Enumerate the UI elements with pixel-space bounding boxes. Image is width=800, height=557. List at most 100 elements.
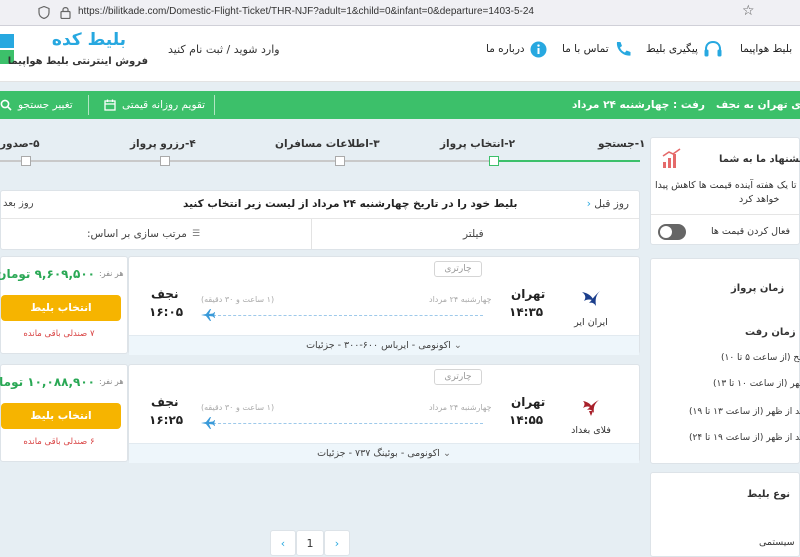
nav-contact-label: تماس با ما	[562, 43, 609, 55]
ticket-price: ۱۰,۰۸۸,۹۰۰ تومان	[0, 375, 95, 389]
chevron-right-icon: ›	[334, 536, 340, 550]
destination-city: نجف	[151, 395, 179, 409]
select-ticket-button[interactable]: انتخاب بلیط	[1, 295, 121, 321]
route-line	[213, 315, 483, 316]
step-dot-4	[160, 156, 170, 166]
sort-icon: ☰	[191, 229, 201, 239]
step-label-1: ۱-جستجو	[598, 138, 646, 150]
step-label-4: ۴-رزرو پرواز	[130, 138, 196, 150]
chevron-left-icon: ‹	[280, 536, 286, 550]
origin-city: تهران	[511, 287, 546, 301]
origin-time: ۱۴:۵۵	[509, 413, 544, 427]
fare-details-link[interactable]: ⌄ اکونومی - بوئینگ ۷۳۷ - جزئیات	[129, 443, 639, 463]
chevron-down-icon: ⌄	[442, 448, 451, 459]
charter-badge: چارتری	[434, 369, 482, 385]
ticket-type-option: سیستمی	[759, 537, 795, 548]
nav-contact[interactable]: تماس با ما	[562, 38, 632, 60]
fare-details-label: اکونومی - بوئینگ ۷۳۷ - جزئیات	[317, 448, 440, 459]
shield-icon	[38, 6, 50, 19]
booking-steps: ۱-جستجو ۲-انتخاب پرواز ۳-اطلاعات مسافران…	[0, 130, 645, 170]
select-ticket-message: بلیط خود را در تاریخ چهارشنبه ۲۴ مرداد ا…	[183, 198, 518, 210]
chevron-down-icon: ⌄	[453, 340, 462, 351]
phone-icon	[616, 42, 631, 56]
airline-name: ایران ایر	[574, 317, 608, 328]
current-page-number: 1	[306, 536, 314, 550]
sort-label: مرتب سازی بر اساس:	[87, 228, 187, 240]
nav-flights-label: بلیط هواپیما	[740, 43, 793, 55]
destination-time: ۱۶:۰۵	[149, 305, 184, 319]
url-text[interactable]: https://bilitkade.com/Domestic-Flight-Ti…	[78, 6, 534, 17]
time-option-2: ظهر (از ساعت ۱۰ تا ۱۳)	[713, 379, 800, 389]
suggestion-text-2: خواهد کرد	[739, 194, 780, 205]
lock-icon	[60, 7, 71, 19]
prev-day-label: روز قبل	[594, 198, 629, 210]
nav-tracking-label: پیگیری بلیط	[646, 43, 698, 55]
step-dot-3	[335, 156, 345, 166]
pagination-prev[interactable]: ‹	[270, 530, 296, 556]
filter-button[interactable]: فیلتر	[463, 219, 484, 249]
toggle-knob	[660, 226, 672, 238]
flight-date: چهارشنبه ۲۴ مرداد	[429, 403, 492, 412]
route-label: هواپیمای تهران به نجف	[716, 99, 800, 111]
airline-name: فلای بغداد	[571, 425, 611, 436]
price-toggle-label: فعال کردن قیمت ها	[711, 226, 791, 237]
ticket-type-title: نوع بلیط	[747, 489, 790, 500]
time-option-4: بعد از ظهر (از ساعت ۱۹ تا ۲۴)	[689, 433, 800, 443]
info-icon	[530, 41, 547, 57]
price-per-person-label: هر نفر:	[99, 377, 124, 386]
change-search-button[interactable]: تغییر جستجو	[0, 91, 73, 119]
logo-brand: بلیط کده	[51, 30, 127, 50]
prev-day-link[interactable]: روز قبل ‹	[587, 198, 629, 210]
browser-address-bar[interactable]: https://bilitkade.com/Domestic-Flight-Ti…	[0, 0, 800, 26]
results-info-card: روز بعد بلیط خود را در تاریخ چهارشنبه ۲۴…	[0, 190, 640, 250]
departure-date-label: رفت : چهارشنبه ۲۴ مرداد	[572, 99, 705, 111]
site-header: بلیط کده فروش اینترنتی بلیط هواپیما وارد…	[0, 26, 800, 82]
filter-label: فیلتر	[463, 228, 484, 240]
flight-card-price: هر نفر: ۱۰,۰۸۸,۹۰۰ تومان انتخاب بلیط ۶ ص…	[0, 364, 128, 462]
iran-air-logo-icon	[582, 291, 600, 306]
bar-divider	[214, 95, 215, 115]
time-filter-box: زمان پرواز زمان رفت صبح (از ساعت ۵ تا ۱۰…	[650, 258, 800, 464]
flight-card-price: هر نفر: ۹,۶۰۹,۵۰۰ تومان انتخاب بلیط ۷ صن…	[0, 256, 128, 354]
change-search-label: تغییر جستجو	[18, 99, 73, 111]
flight-time-title: زمان پرواز	[731, 283, 785, 294]
step-dot-5	[21, 156, 31, 166]
nav-flights[interactable]: بلیط هواپیما	[740, 38, 792, 60]
login-link[interactable]: وارد شوید / ثبت نام کنید	[168, 43, 280, 56]
bookmark-star-icon[interactable]: ☆	[742, 3, 755, 19]
bar-divider	[88, 95, 89, 115]
step-label-2: ۲-انتخاب پرواز	[440, 138, 515, 150]
select-ticket-button[interactable]: انتخاب بلیط	[1, 403, 121, 429]
pagination-page[interactable]: 1	[296, 530, 324, 556]
step-dot-2	[489, 156, 499, 166]
flight-card-main[interactable]: چارتری فلای بغداد تهران ۱۴:۵۵ چهارشنبه ۲…	[128, 364, 640, 463]
sort-button[interactable]: ☰ مرتب سازی بر اساس:	[87, 219, 200, 249]
fare-details-link[interactable]: ⌄ اکونومی - ایرباس ۶۰۰-۳۰۰ - جزئیات	[129, 335, 639, 355]
pagination-next[interactable]: ›	[324, 530, 350, 556]
steps-progress	[494, 160, 640, 162]
next-day-link[interactable]: روز بعد	[3, 198, 34, 209]
step-label-5: ۵-صدور	[0, 138, 40, 150]
price-toggle[interactable]	[658, 224, 686, 240]
suggestion-divider	[651, 214, 799, 215]
destination-time: ۱۶:۲۵	[149, 413, 184, 427]
flight-card: چارتری ایران ایر تهران ۱۴:۳۵ چهارشنبه ۲۴…	[0, 256, 640, 355]
calendar-icon	[104, 99, 116, 111]
flight-duration: (۱ ساعت و ۳۰ دقیقه)	[201, 403, 275, 412]
seats-left: ۶ صندلی باقی مانده	[23, 437, 95, 447]
price-per-person-label: هر نفر:	[99, 269, 124, 278]
chevron-left-icon: ‹	[586, 198, 591, 210]
price-calendar-button[interactable]: تقویم روزانه قیمتی	[104, 91, 205, 119]
nav-about[interactable]: درباره ما	[486, 38, 547, 60]
step-label-3: ۳-اطلاعات مسافران	[275, 138, 380, 150]
filter-divider	[311, 219, 312, 249]
search-icon	[0, 99, 12, 111]
fare-details-label: اکونومی - ایرباس ۶۰۰-۳۰۰ - جزئیات	[306, 340, 451, 351]
trend-chart-icon	[662, 148, 681, 168]
site-logo[interactable]: بلیط کده فروش اینترنتی بلیط هواپیما	[0, 30, 150, 78]
nav-tracking[interactable]: پیگیری بلیط	[646, 38, 723, 60]
fly-baghdad-logo-icon	[583, 400, 599, 416]
nav-about-label: درباره ما	[486, 43, 525, 55]
flight-card-main[interactable]: چارتری ایران ایر تهران ۱۴:۳۵ چهارشنبه ۲۴…	[128, 256, 640, 355]
price-calendar-label: تقویم روزانه قیمتی	[122, 99, 206, 111]
